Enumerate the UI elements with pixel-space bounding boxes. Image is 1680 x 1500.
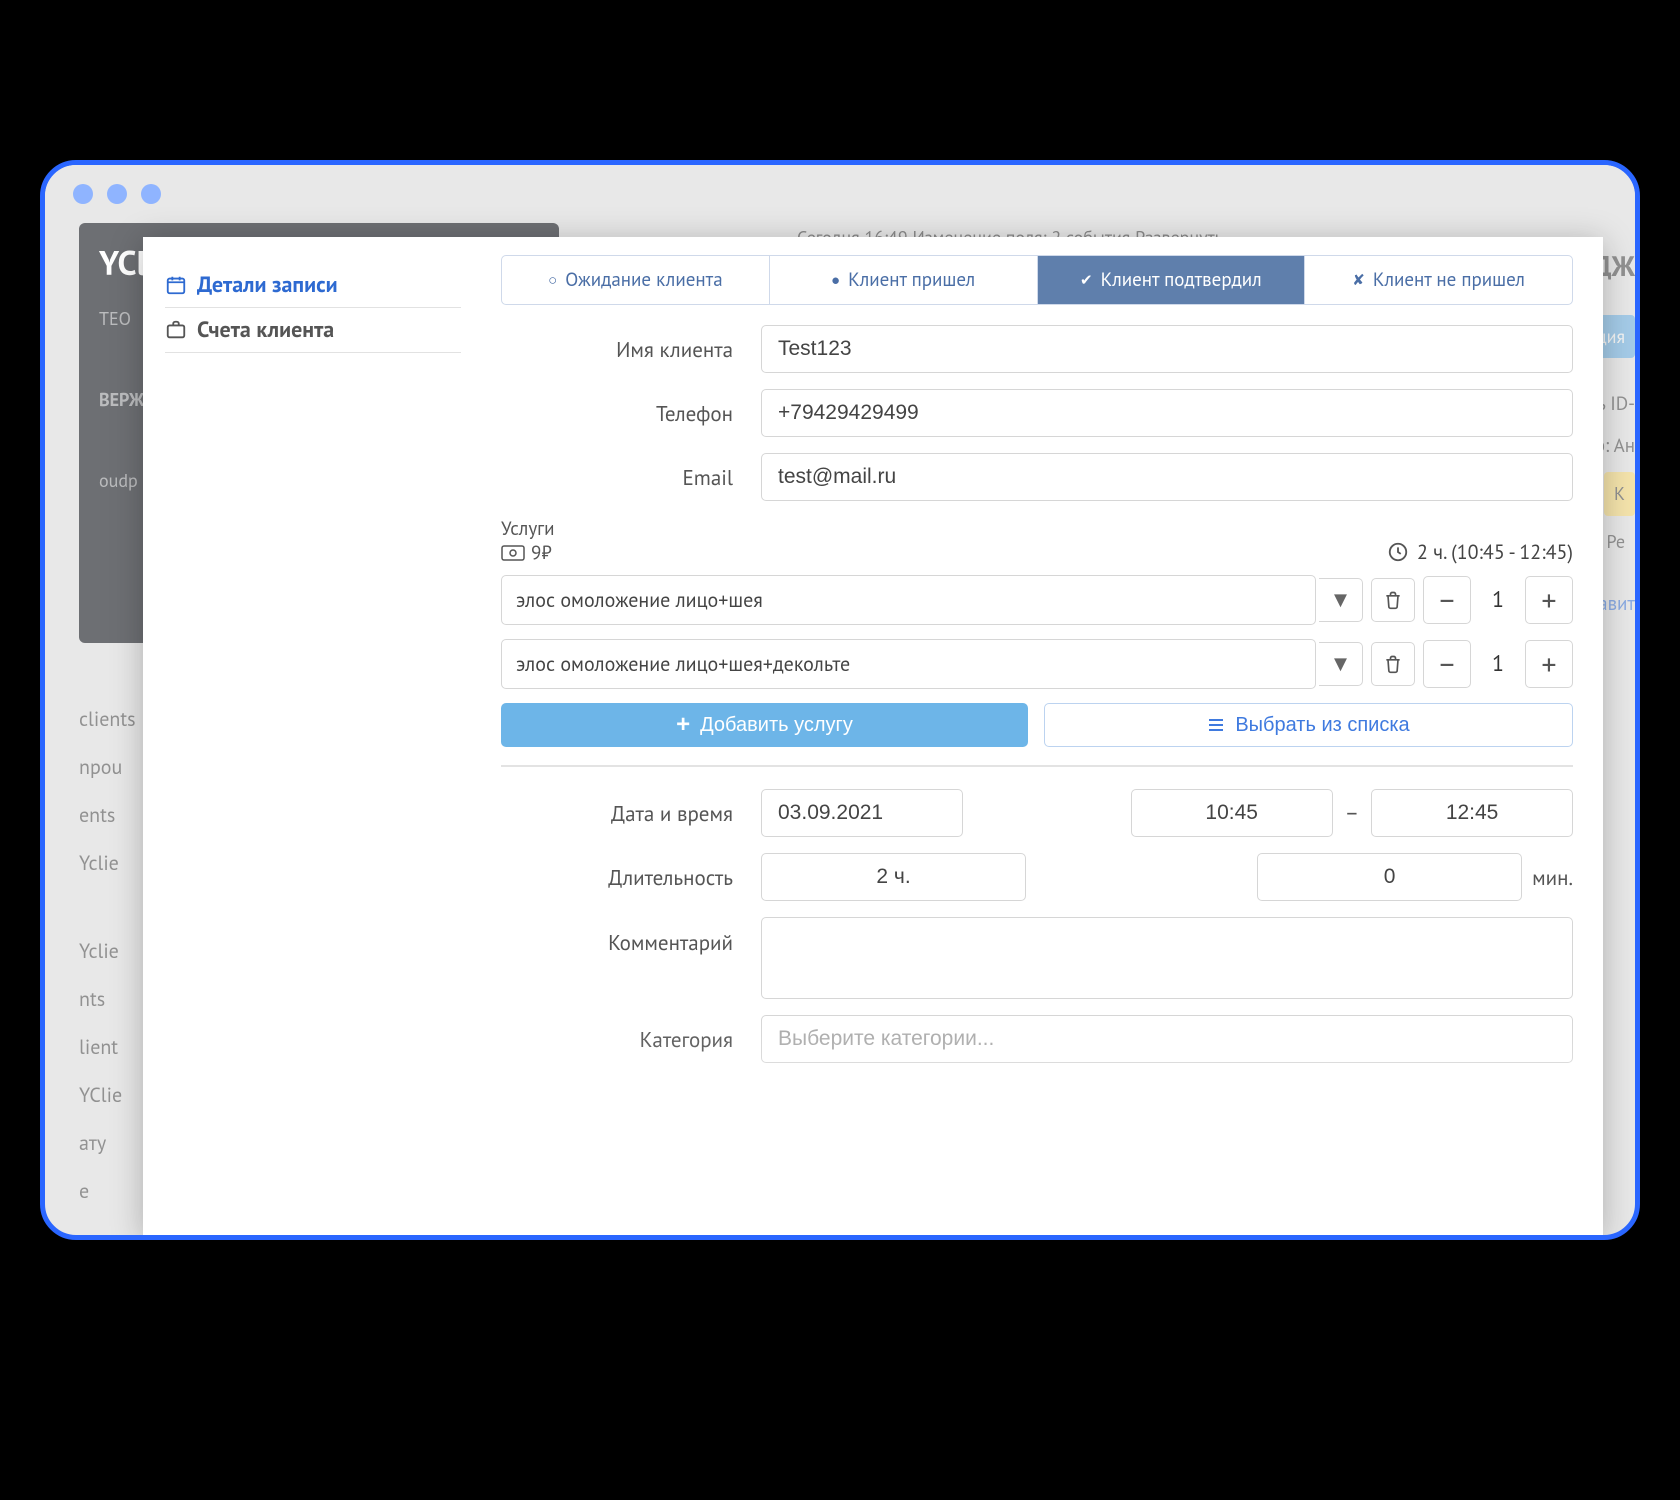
qty-plus-button[interactable]: +: [1525, 640, 1573, 688]
window-dot-yellow[interactable]: [107, 184, 127, 204]
service-select[interactable]: элос омоложение лицо+шея: [501, 575, 1316, 625]
sidebar-item-details[interactable]: Детали записи: [165, 263, 461, 308]
pick-service-button[interactable]: Выбрать из списка: [1044, 703, 1573, 747]
time-to-input[interactable]: [1371, 789, 1573, 837]
client-phone-input[interactable]: [761, 389, 1573, 437]
label-date: Дата и время: [501, 800, 761, 827]
modal-main: ○Ожидание клиента ●Клиент пришел ✔Клиент…: [483, 237, 1603, 1237]
clock-icon: [1387, 541, 1409, 563]
qty-minus-button[interactable]: −: [1423, 640, 1471, 688]
label-email: Email: [501, 464, 761, 491]
duration-minutes-input[interactable]: [1257, 853, 1522, 901]
comment-textarea[interactable]: [761, 917, 1573, 999]
time-dash: –: [1345, 799, 1360, 827]
service-dropdown-button[interactable]: ▼: [1319, 578, 1363, 622]
minutes-unit: мин.: [1532, 864, 1573, 891]
sidebar-item-invoices[interactable]: Счета клиента: [165, 308, 461, 353]
status-tabs: ○Ожидание клиента ●Клиент пришел ✔Клиент…: [501, 255, 1573, 305]
client-email-input[interactable]: [761, 453, 1573, 501]
modal-sidebar: Детали записи Счета клиента: [143, 237, 483, 1237]
client-name-input[interactable]: [761, 325, 1573, 373]
trash-icon: [1383, 590, 1403, 610]
sidebar-item-label: Детали записи: [197, 271, 338, 299]
service-select[interactable]: элос омоложение лицо+шея+декольте: [501, 639, 1316, 689]
separator: [501, 765, 1573, 767]
qty-value: 1: [1471, 586, 1525, 614]
plus-icon: +: [676, 711, 690, 739]
duration-hours-input[interactable]: [761, 853, 1026, 901]
bg-column: clientsnpou entsYclie Yclients lientYCli…: [79, 695, 136, 1240]
browser-frame: YCl TEO ВЕРЖ oudp clientsnpou entsYclie …: [40, 160, 1640, 1240]
tab-noshow[interactable]: ✘Клиент не пришел: [1305, 256, 1572, 304]
add-service-button[interactable]: + Добавить услугу: [501, 703, 1028, 747]
date-input[interactable]: [761, 789, 963, 837]
calendar-icon: [165, 274, 187, 296]
label-name: Имя клиента: [501, 336, 761, 363]
qty-value: 1: [1471, 650, 1525, 678]
briefcase-icon: [165, 319, 187, 341]
tab-arrived[interactable]: ●Клиент пришел: [770, 256, 1038, 304]
time-from-input[interactable]: [1131, 789, 1333, 837]
service-delete-button[interactable]: [1371, 642, 1415, 686]
service-row: элос омоложение лицо+шея ▼ − 1 +: [501, 575, 1573, 625]
service-delete-button[interactable]: [1371, 578, 1415, 622]
category-input[interactable]: [761, 1015, 1573, 1063]
list-icon: [1207, 718, 1225, 732]
cash-icon: [501, 545, 525, 561]
window-dot-red[interactable]: [73, 184, 93, 204]
qty-minus-button[interactable]: −: [1423, 576, 1471, 624]
services-title: Услуги: [501, 517, 555, 541]
service-dropdown-button[interactable]: ▼: [1319, 642, 1363, 686]
services-price: 9₽: [531, 541, 552, 565]
tab-waiting[interactable]: ○Ожидание клиента: [502, 256, 770, 304]
tab-confirmed[interactable]: ✔Клиент подтвердил: [1038, 256, 1306, 304]
label-category: Категория: [501, 1026, 761, 1053]
qty-plus-button[interactable]: +: [1525, 576, 1573, 624]
service-row: элос омоложение лицо+шея+декольте ▼ − 1 …: [501, 639, 1573, 689]
sidebar-item-label: Счета клиента: [197, 316, 334, 344]
label-phone: Телефон: [501, 400, 761, 427]
window-dot-green[interactable]: [141, 184, 161, 204]
label-comment: Комментарий: [501, 917, 761, 956]
record-modal: Детали записи Счета клиента ○Ожидание кл…: [143, 237, 1603, 1237]
label-duration: Длительность: [501, 864, 761, 891]
trash-icon: [1383, 654, 1403, 674]
services-duration: 2 ч. (10:45 - 12:45): [1417, 539, 1573, 565]
browser-titlebar: [45, 165, 1635, 223]
